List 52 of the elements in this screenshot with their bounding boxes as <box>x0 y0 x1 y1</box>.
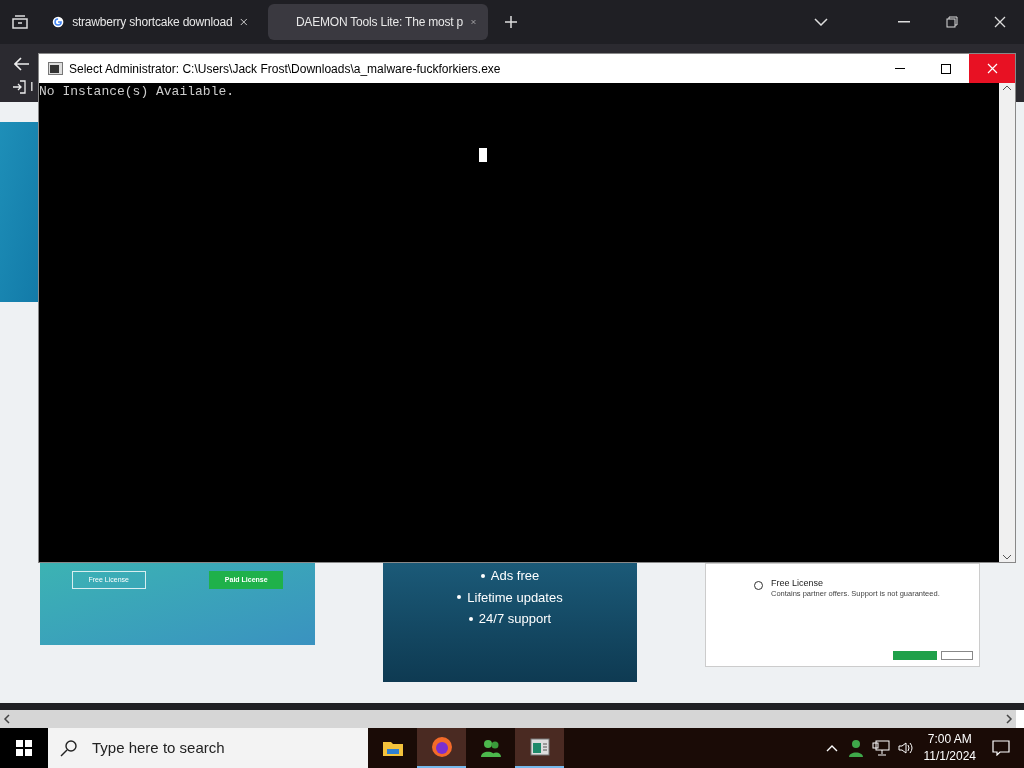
start-icon[interactable] <box>16 740 32 756</box>
tab-list-icon[interactable] <box>12 15 28 29</box>
close-icon <box>986 63 998 74</box>
cancel-button-shape <box>941 651 973 660</box>
console-output: No Instance(s) Available. <box>39 84 236 100</box>
tab-title: strawberry shortcake download <box>72 14 233 31</box>
feature-item: 24/7 support <box>478 610 552 628</box>
option-label: Free License <box>771 578 825 589</box>
feature-item: Lifetime updates <box>467 588 563 607</box>
taskbar-search-field[interactable]: Type here to search <box>48 728 368 768</box>
notifications-icon[interactable] <box>992 740 1010 756</box>
horizontal-scrollbar[interactable] <box>0 710 1016 728</box>
clock-date[interactable]: 11/1/2024 <box>923 748 976 765</box>
scroll-down-icon[interactable] <box>1002 554 1012 560</box>
scroll-right-icon[interactable] <box>1005 714 1013 724</box>
console-app-icon <box>527 735 552 759</box>
bookmark-label[interactable]: I <box>30 77 34 97</box>
agree-button-shape <box>893 651 937 660</box>
feature-item: Ads free <box>490 567 540 585</box>
close-icon[interactable] <box>240 17 248 27</box>
maximize-icon <box>941 63 951 74</box>
restore-icon[interactable] <box>946 16 958 28</box>
minimize-icon <box>895 67 905 70</box>
tab-title: DAEMON Tools Lite: The most p <box>295 14 464 31</box>
chevron-up-icon[interactable] <box>825 744 838 752</box>
window-title: Select Administrator: C:\Users\Jack Frost\Downloads\a_malware-fuckforkiers.exe <box>69 60 501 78</box>
browser-tab[interactable]: strawberry shortcake download <box>40 4 260 40</box>
bullet-icon <box>457 595 462 600</box>
search-placeholder: Type here to search <box>92 737 225 758</box>
taskbar-app[interactable] <box>417 728 466 768</box>
close-icon[interactable] <box>994 16 1006 28</box>
taskbar-app[interactable] <box>515 728 564 768</box>
bullet-icon <box>468 616 473 621</box>
chevron-down-icon[interactable] <box>814 18 828 26</box>
person-icon[interactable] <box>847 739 864 757</box>
minimize-icon[interactable] <box>898 21 910 23</box>
browser-icon <box>429 735 454 759</box>
browser-tab[interactable]: DAEMON Tools Lite: The most p <box>268 4 488 40</box>
volume-icon[interactable] <box>897 741 914 755</box>
clock-time[interactable]: 7:00 AM <box>927 731 972 748</box>
scroll-left-icon[interactable] <box>3 714 11 724</box>
vertical-scrollbar[interactable] <box>999 83 1015 562</box>
radio-button[interactable] <box>754 581 763 590</box>
network-icon[interactable] <box>871 740 890 756</box>
text-cursor <box>479 148 487 162</box>
bullet-icon <box>480 573 485 578</box>
console-icon <box>48 62 63 75</box>
scroll-up-icon[interactable] <box>1002 85 1012 91</box>
search-icon <box>60 739 78 757</box>
sign-in-icon[interactable] <box>12 80 26 94</box>
new-tab-icon[interactable] <box>504 15 518 29</box>
back-icon[interactable] <box>14 57 30 71</box>
